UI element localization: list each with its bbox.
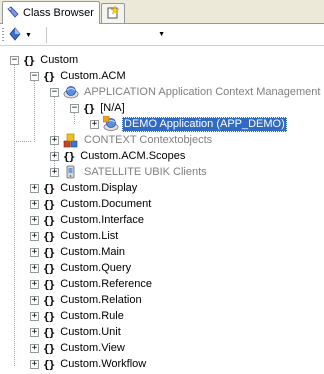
tree-line bbox=[14, 141, 32, 142]
namespace-icon: {} bbox=[43, 357, 55, 371]
namespace-icon: {} bbox=[43, 293, 55, 307]
expand-toggle[interactable]: + bbox=[30, 279, 39, 289]
collapse-toggle[interactable]: − bbox=[30, 71, 39, 81]
toolbar-grip[interactable] bbox=[2, 28, 4, 41]
tree-node-custom-display[interactable]: + {} Custom.Display bbox=[30, 180, 139, 196]
toolbar-separator bbox=[46, 27, 47, 43]
tree-node-satellite[interactable]: + SATELLITE UBIK Clients bbox=[50, 164, 209, 180]
expand-toggle[interactable]: + bbox=[50, 151, 59, 161]
class-tree: − {} Custom − {} Custom.ACM − APPLICATIO… bbox=[0, 46, 324, 374]
tree-line bbox=[14, 61, 15, 367]
tree-node-custom-relation[interactable]: + {} Custom.Relation bbox=[30, 292, 144, 308]
tree-node-label: [N/A] bbox=[100, 101, 125, 114]
expand-toggle[interactable]: + bbox=[30, 199, 39, 209]
tree-node-label: Custom.Relation bbox=[60, 293, 142, 306]
expand-toggle[interactable]: + bbox=[30, 183, 39, 193]
tree-node-label: Custom.Rule bbox=[60, 309, 124, 322]
namespace-icon: {} bbox=[83, 101, 95, 115]
collapse-toggle[interactable]: − bbox=[50, 87, 59, 97]
tree-node-label: Custom.View bbox=[60, 341, 125, 354]
tree-node-label: Custom.ACM.Scopes bbox=[80, 149, 186, 162]
tree-node-application[interactable]: − APPLICATION Application Context Manage… bbox=[50, 84, 322, 100]
chevron-down-icon: ▼ bbox=[25, 31, 32, 39]
namespace-icon: {} bbox=[43, 341, 55, 355]
expand-toggle[interactable]: + bbox=[50, 135, 59, 145]
view-select[interactable]: ▼ bbox=[49, 26, 168, 43]
chevron-down-icon: ▼ bbox=[158, 31, 165, 38]
tree-node-label: CONTEXT Contextobjects bbox=[84, 133, 213, 146]
tree-node-custom-reference[interactable]: + {} Custom.Reference bbox=[30, 276, 154, 292]
tree-node-custom-document[interactable]: + {} Custom.Document bbox=[30, 196, 153, 212]
namespace-icon: {} bbox=[43, 309, 55, 323]
new-document-icon bbox=[106, 5, 120, 22]
expand-toggle[interactable]: + bbox=[30, 359, 39, 369]
expand-toggle[interactable]: + bbox=[90, 119, 99, 129]
tree-node-label: DEMO Application (APP_DEMO) bbox=[122, 116, 287, 132]
tree-node-custom-interface[interactable]: + {} Custom.Interface bbox=[30, 212, 146, 228]
namespace-icon: {} bbox=[43, 213, 55, 227]
tree-node-label: Custom.Document bbox=[60, 197, 152, 210]
context-objects-icon bbox=[63, 132, 79, 148]
tree-node-label: Custom.Query bbox=[60, 261, 132, 274]
expand-toggle[interactable]: + bbox=[30, 343, 39, 353]
tree-node-label: APPLICATION Application Context Manageme… bbox=[84, 85, 321, 98]
collapse-toggle[interactable]: − bbox=[70, 103, 79, 113]
tree-node-na[interactable]: − {} [N/A] bbox=[70, 100, 127, 116]
namespace-icon: {} bbox=[43, 277, 55, 291]
namespace-icon: {} bbox=[23, 53, 35, 67]
tree-node-custom[interactable]: − {} Custom bbox=[10, 52, 80, 68]
tree-node-custom-acm[interactable]: − {} Custom.ACM bbox=[30, 68, 128, 84]
tree-node-custom-query[interactable]: + {} Custom.Query bbox=[30, 260, 133, 276]
satellite-client-icon bbox=[63, 164, 79, 180]
tree-node-label: Custom.Display bbox=[60, 181, 138, 194]
tree-node-label: SATELLITE UBIK Clients bbox=[84, 165, 207, 178]
tree-node-label: Custom.Reference bbox=[60, 277, 152, 290]
tab-bar: Class Browser bbox=[0, 0, 324, 24]
expand-toggle[interactable]: + bbox=[30, 215, 39, 225]
tab-class-browser[interactable]: Class Browser bbox=[2, 1, 100, 24]
demo-application-icon bbox=[102, 115, 119, 132]
namespace-icon: {} bbox=[43, 245, 55, 259]
tree-node-label: Custom bbox=[40, 53, 79, 66]
expand-toggle[interactable]: + bbox=[30, 247, 39, 257]
namespace-icon: {} bbox=[63, 149, 75, 163]
tree-node-label: Custom.Unit bbox=[60, 325, 121, 338]
tab-label: Class Browser bbox=[23, 7, 94, 19]
application-icon bbox=[63, 84, 79, 100]
tree-node-custom-view[interactable]: + {} Custom.View bbox=[30, 340, 127, 356]
tree-node-custom-rule[interactable]: + {} Custom.Rule bbox=[30, 308, 126, 324]
expand-toggle[interactable]: + bbox=[30, 327, 39, 337]
filter-diamond-icon bbox=[9, 26, 21, 44]
collapse-toggle[interactable]: − bbox=[10, 55, 19, 65]
toolbar: ▼ ▼ bbox=[0, 24, 324, 46]
namespace-icon: {} bbox=[43, 229, 55, 243]
namespace-icon: {} bbox=[43, 197, 55, 211]
tree-node-label: Custom.Workflow bbox=[60, 357, 147, 370]
filter-dropdown-button[interactable]: ▼ bbox=[9, 26, 41, 44]
tree-node-demo[interactable]: + DEMO Application (APP_DEMO) bbox=[90, 115, 287, 132]
tree-node-custom-main[interactable]: + {} Custom.Main bbox=[30, 244, 127, 260]
namespace-icon: {} bbox=[43, 69, 55, 83]
tree-line bbox=[34, 77, 35, 143]
expand-toggle[interactable]: + bbox=[30, 295, 39, 305]
tree-node-acm-scopes[interactable]: + {} Custom.ACM.Scopes bbox=[50, 148, 187, 164]
tree-node-custom-unit[interactable]: + {} Custom.Unit bbox=[30, 324, 123, 340]
tree-node-custom-workflow[interactable]: + {} Custom.Workflow bbox=[30, 356, 148, 372]
expand-toggle[interactable]: + bbox=[30, 263, 39, 273]
expand-toggle[interactable]: + bbox=[50, 167, 59, 177]
tree-node-context[interactable]: + CONTEXT Contextobjects bbox=[50, 132, 214, 148]
namespace-icon: {} bbox=[43, 181, 55, 195]
expand-toggle[interactable]: + bbox=[30, 311, 39, 321]
tree-node-label: Custom.Interface bbox=[60, 213, 145, 226]
tree-node-label: Custom.ACM bbox=[60, 69, 126, 82]
tab-new[interactable] bbox=[101, 3, 125, 23]
tree-node-label: Custom.List bbox=[60, 229, 119, 242]
namespace-icon: {} bbox=[43, 261, 55, 275]
namespace-icon: {} bbox=[43, 325, 55, 339]
expand-toggle[interactable]: + bbox=[30, 231, 39, 241]
tree-node-custom-list[interactable]: + {} Custom.List bbox=[30, 228, 120, 244]
class-browser-icon bbox=[7, 5, 19, 21]
tree-node-label: Custom.Main bbox=[60, 245, 126, 258]
